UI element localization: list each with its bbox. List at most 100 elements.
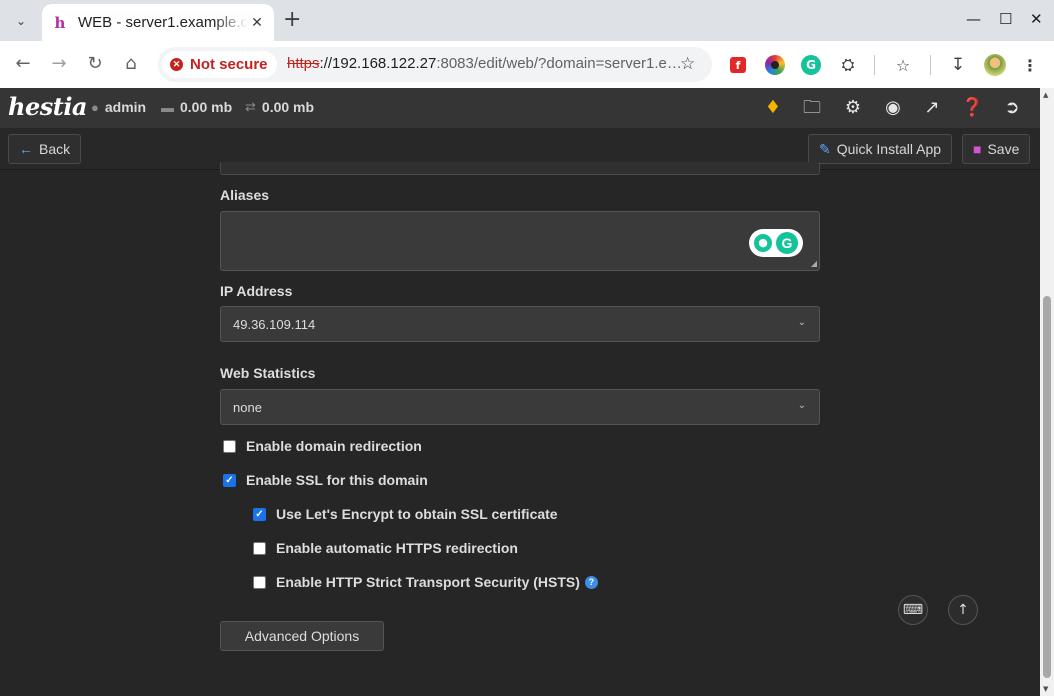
hestia-favicon-icon: h <box>54 13 66 32</box>
chevron-down-icon: ⌄ <box>797 317 806 328</box>
warning-icon: ✕ <box>170 58 183 71</box>
domain-redirection-row[interactable]: Enable domain redirection <box>223 438 422 454</box>
aliases-label: Aliases <box>220 187 270 203</box>
lets-encrypt-row[interactable]: ✓ Use Let's Encrypt to obtain SSL certif… <box>253 506 558 522</box>
pencil-icon: ✎ <box>819 140 831 157</box>
logout-icon[interactable]: ➲ <box>1001 97 1023 119</box>
download-icon[interactable]: ↧ <box>948 55 968 75</box>
hestia-logo[interactable]: hestia <box>8 92 87 121</box>
reload-icon[interactable]: ↻ <box>84 53 106 75</box>
page-content: hestia ● admin ▬ 0.00 mb ⇄ 0.00 mb ♦ 🗀 ⚙… <box>0 88 1040 696</box>
chart-line-icon[interactable]: ↗ <box>921 97 943 119</box>
question-icon[interactable]: ❓ <box>961 97 983 119</box>
enable-ssl-label: Enable SSL for this domain <box>246 472 428 488</box>
scroll-down-icon[interactable]: ▼ <box>1043 685 1048 693</box>
hsts-label: Enable HTTP Strict Transport Security (H… <box>276 574 580 590</box>
tab-title: WEB - server1.example.com <box>78 14 248 31</box>
tab-menu-icon[interactable]: ⌄ <box>8 8 34 34</box>
domain-redirection-checkbox[interactable] <box>223 439 236 453</box>
save-label: Save <box>987 141 1020 157</box>
plus-icon[interactable]: + <box>283 9 301 31</box>
close-icon[interactable]: ✕ <box>248 15 266 31</box>
arrow-left-icon: ← <box>19 141 33 157</box>
top-navigation: hestia ● admin ▬ 0.00 mb ⇄ 0.00 mb ♦ 🗀 ⚙… <box>0 88 1040 128</box>
grammarly-icon[interactable]: G <box>801 55 821 75</box>
chevron-down-icon: ⌄ <box>797 400 806 411</box>
toolbar-divider <box>930 55 931 75</box>
question-circle-icon[interactable]: ? <box>584 575 598 589</box>
url-scheme: https <box>287 55 320 72</box>
user-icon: ● <box>91 99 99 115</box>
grammarly-icon: G <box>776 232 798 254</box>
keyboard-shortcuts-button[interactable]: ⌨ <box>898 595 928 625</box>
https-redirection-row[interactable]: Enable automatic HTTPS redirection <box>253 540 518 556</box>
star-icon[interactable]: ☆ <box>680 54 695 74</box>
hard-drive-icon: ▬ <box>161 99 174 115</box>
aliases-textarea[interactable]: ● G ◢ <box>220 211 820 271</box>
browser-tabstrip: ⌄ h WEB - server1.example.com ✕ + — ☐ ✕ <box>0 0 1054 41</box>
user-stat[interactable]: ● admin <box>91 99 146 115</box>
hsts-row[interactable]: Enable HTTP Strict Transport Security (H… <box>253 574 598 590</box>
keyboard-icon: ⌨ <box>902 602 924 618</box>
minimize-icon[interactable]: — <box>966 10 981 28</box>
lets-encrypt-checkbox[interactable]: ✓ <box>253 507 266 521</box>
back-label: Back <box>39 141 71 157</box>
enable-ssl-checkbox[interactable]: ✓ <box>223 473 236 487</box>
home-icon[interactable]: ⌂ <box>120 53 142 75</box>
url-path: :8083/edit/web/?domain=server1.e… <box>436 55 682 72</box>
avatar[interactable] <box>984 54 1006 76</box>
quick-install-label: Quick Install App <box>836 141 942 157</box>
toolbar-divider <box>874 55 875 75</box>
color-picker-icon[interactable] <box>765 55 785 75</box>
hsts-checkbox[interactable] <box>253 575 266 589</box>
kebab-menu-icon[interactable]: ⋮ <box>1020 55 1040 75</box>
bell-icon[interactable]: ♦ <box>762 97 784 119</box>
disk-stat: ▬ 0.00 mb <box>161 99 232 115</box>
bandwidth-usage: 0.00 mb <box>261 99 315 115</box>
flipboard-icon[interactable]: f <box>730 57 746 73</box>
back-button[interactable]: ← Back <box>8 134 82 164</box>
forward-arrow-icon[interactable]: → <box>48 53 70 75</box>
address-bar[interactable]: ✕ Not secure https://192.168.122.27:8083… <box>158 47 712 82</box>
enable-ssl-row[interactable]: ✓ Enable SSL for this domain <box>223 472 428 488</box>
web-statistics-value: none <box>233 399 262 415</box>
scroll-up-icon[interactable]: ▲ <box>1043 91 1048 99</box>
security-chip[interactable]: ✕ Not secure <box>162 51 277 78</box>
https-redirection-label: Enable automatic HTTPS redirection <box>276 540 518 556</box>
ip-address-select[interactable]: 49.36.109.114 ⌄ <box>220 306 820 342</box>
ip-address-value: 49.36.109.114 <box>233 316 316 332</box>
url-host: ://192.168.122.27 <box>319 55 437 72</box>
domain-redirection-label: Enable domain redirection <box>246 438 422 454</box>
web-statistics-select[interactable]: none ⌄ <box>220 389 820 425</box>
scroll-to-top-button[interactable]: ↑ <box>948 595 978 625</box>
transfer-icon: ⇄ <box>245 99 256 114</box>
bookmarks-icon[interactable]: ☆ <box>893 55 913 75</box>
gear-icon[interactable]: ⚙ <box>842 97 864 119</box>
security-label: Not secure <box>190 56 268 73</box>
lets-encrypt-label: Use Let's Encrypt to obtain SSL certific… <box>276 506 558 522</box>
disk-usage: 0.00 mb <box>180 99 233 115</box>
bandwidth-stat: ⇄ 0.00 mb <box>245 99 314 115</box>
lightbulb-icon: ● <box>754 234 772 252</box>
previous-field-edge <box>220 162 820 175</box>
https-redirection-checkbox[interactable] <box>253 541 266 555</box>
advanced-options-button[interactable]: Advanced Options <box>220 621 384 651</box>
puzzle-icon[interactable]: ⛭ <box>838 55 858 75</box>
scrollbar-thumb[interactable] <box>1043 296 1051 678</box>
quick-install-app-button[interactable]: ✎ Quick Install App <box>808 134 953 164</box>
grammarly-widget[interactable]: ● G <box>749 229 803 257</box>
back-arrow-icon[interactable]: ← <box>12 53 34 75</box>
resize-grip-icon[interactable]: ◢ <box>811 259 817 268</box>
close-window-icon[interactable]: ✕ <box>1030 10 1043 28</box>
maximize-icon[interactable]: ☐ <box>999 10 1012 28</box>
url-text[interactable]: https://192.168.122.27:8083/edit/web/?do… <box>287 55 682 72</box>
user-circle-icon[interactable]: ◉ <box>882 97 904 119</box>
web-statistics-label: Web Statistics <box>220 365 316 381</box>
page-scrollbar[interactable]: ▲ ▼ <box>1040 88 1054 696</box>
browser-toolbar: ← → ↻ ⌂ ✕ Not secure https://192.168.122… <box>0 41 1054 88</box>
ip-address-label: IP Address <box>220 283 293 299</box>
folder-open-icon[interactable]: 🗀 <box>801 97 823 119</box>
save-button[interactable]: ■ Save <box>962 134 1031 164</box>
browser-tab[interactable]: h WEB - server1.example.com ✕ <box>42 4 274 41</box>
username: admin <box>104 99 147 115</box>
